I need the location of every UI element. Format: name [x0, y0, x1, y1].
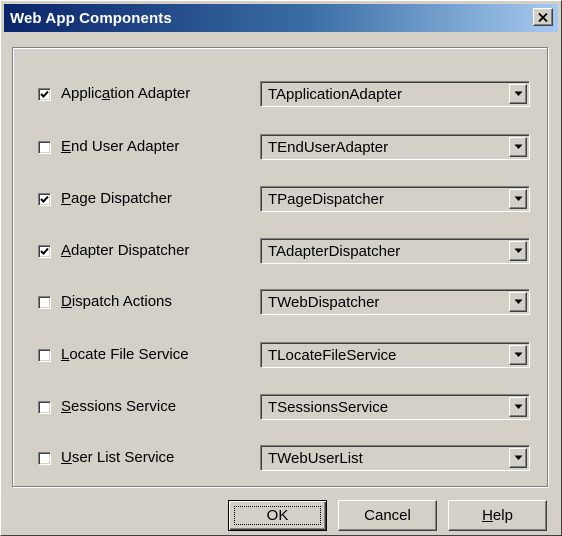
- component-class-combobox[interactable]: TAdapterDispatcher: [260, 238, 530, 264]
- components-group: Application Adapter TApplicationAdapter En…: [12, 47, 548, 487]
- component-label[interactable]: Dispatch Actions: [61, 293, 172, 310]
- dropdown-arrow-button[interactable]: [509, 397, 527, 417]
- chevron-down-icon: [514, 91, 522, 96]
- chevron-down-icon: [514, 352, 522, 357]
- chevron-down-icon: [514, 144, 522, 149]
- ok-button[interactable]: OK: [228, 500, 327, 531]
- component-row: Adapter Dispatcher TAdapterDispatcher: [13, 238, 549, 268]
- combobox-value: TPageDispatcher: [268, 191, 384, 208]
- dropdown-arrow-button[interactable]: [509, 189, 527, 209]
- dropdown-arrow-button[interactable]: [509, 345, 527, 365]
- component-checkbox[interactable]: [38, 88, 51, 101]
- chevron-down-icon: [514, 455, 522, 460]
- component-label[interactable]: End User Adapter: [61, 138, 179, 155]
- component-label[interactable]: Adapter Dispatcher: [61, 242, 189, 259]
- ok-button-label: OK: [266, 507, 289, 524]
- dropdown-arrow-button[interactable]: [509, 84, 527, 104]
- chevron-down-icon: [514, 248, 522, 253]
- combobox-value: TWebUserList: [268, 450, 363, 467]
- component-label[interactable]: Sessions Service: [61, 398, 176, 415]
- dialog-window: Web App Components Application Adapter TA…: [0, 0, 562, 536]
- component-row: Dispatch Actions TWebDispatcher: [13, 289, 549, 319]
- component-class-combobox[interactable]: TEndUserAdapter: [260, 134, 530, 160]
- component-checkbox[interactable]: [38, 245, 51, 258]
- component-row: Sessions Service TSessionsService: [13, 394, 549, 424]
- component-class-combobox[interactable]: TWebDispatcher: [260, 289, 530, 315]
- component-class-combobox[interactable]: TPageDispatcher: [260, 186, 530, 212]
- help-button[interactable]: Help: [448, 500, 547, 531]
- component-class-combobox[interactable]: TLocateFileService: [260, 342, 530, 368]
- component-checkbox[interactable]: [38, 193, 51, 206]
- combobox-value: TWebDispatcher: [268, 294, 380, 311]
- help-button-label: Help: [482, 507, 513, 524]
- close-button[interactable]: [533, 8, 553, 26]
- component-row: User List Service TWebUserList: [13, 445, 549, 475]
- chevron-down-icon: [514, 196, 522, 201]
- combobox-value: TAdapterDispatcher: [268, 243, 401, 260]
- check-icon: [40, 90, 49, 98]
- component-row: Application Adapter TApplicationAdapter: [13, 81, 549, 111]
- check-icon: [40, 195, 49, 203]
- component-label[interactable]: Locate File Service: [61, 346, 189, 363]
- component-row: End User Adapter TEndUserAdapter: [13, 134, 549, 164]
- component-class-combobox[interactable]: TSessionsService: [260, 394, 530, 420]
- combobox-value: TLocateFileService: [268, 347, 397, 364]
- dropdown-arrow-button[interactable]: [509, 448, 527, 468]
- component-class-combobox[interactable]: TWebUserList: [260, 445, 530, 471]
- component-class-combobox[interactable]: TApplicationAdapter: [260, 81, 530, 107]
- component-checkbox[interactable]: [38, 401, 51, 414]
- component-label[interactable]: User List Service: [61, 449, 174, 466]
- component-row: Page Dispatcher TPageDispatcher: [13, 186, 549, 216]
- component-checkbox[interactable]: [38, 349, 51, 362]
- combobox-value: TApplicationAdapter: [268, 86, 402, 103]
- combobox-value: TEndUserAdapter: [268, 139, 389, 156]
- component-checkbox[interactable]: [38, 141, 51, 154]
- close-icon: [538, 12, 548, 22]
- dropdown-arrow-button[interactable]: [509, 241, 527, 261]
- dropdown-arrow-button[interactable]: [509, 137, 527, 157]
- combobox-value: TSessionsService: [268, 399, 389, 416]
- chevron-down-icon: [514, 404, 522, 409]
- component-row: Locate File Service TLocateFileService: [13, 342, 549, 372]
- component-label[interactable]: Application Adapter: [61, 85, 190, 102]
- check-icon: [40, 247, 49, 255]
- dropdown-arrow-button[interactable]: [509, 292, 527, 312]
- component-label[interactable]: Page Dispatcher: [61, 190, 172, 207]
- window-title: Web App Components: [10, 9, 172, 27]
- cancel-button-label: Cancel: [364, 507, 411, 524]
- title-bar[interactable]: Web App Components: [4, 4, 558, 32]
- chevron-down-icon: [514, 299, 522, 304]
- component-checkbox[interactable]: [38, 452, 51, 465]
- cancel-button[interactable]: Cancel: [338, 500, 437, 531]
- component-checkbox[interactable]: [38, 296, 51, 309]
